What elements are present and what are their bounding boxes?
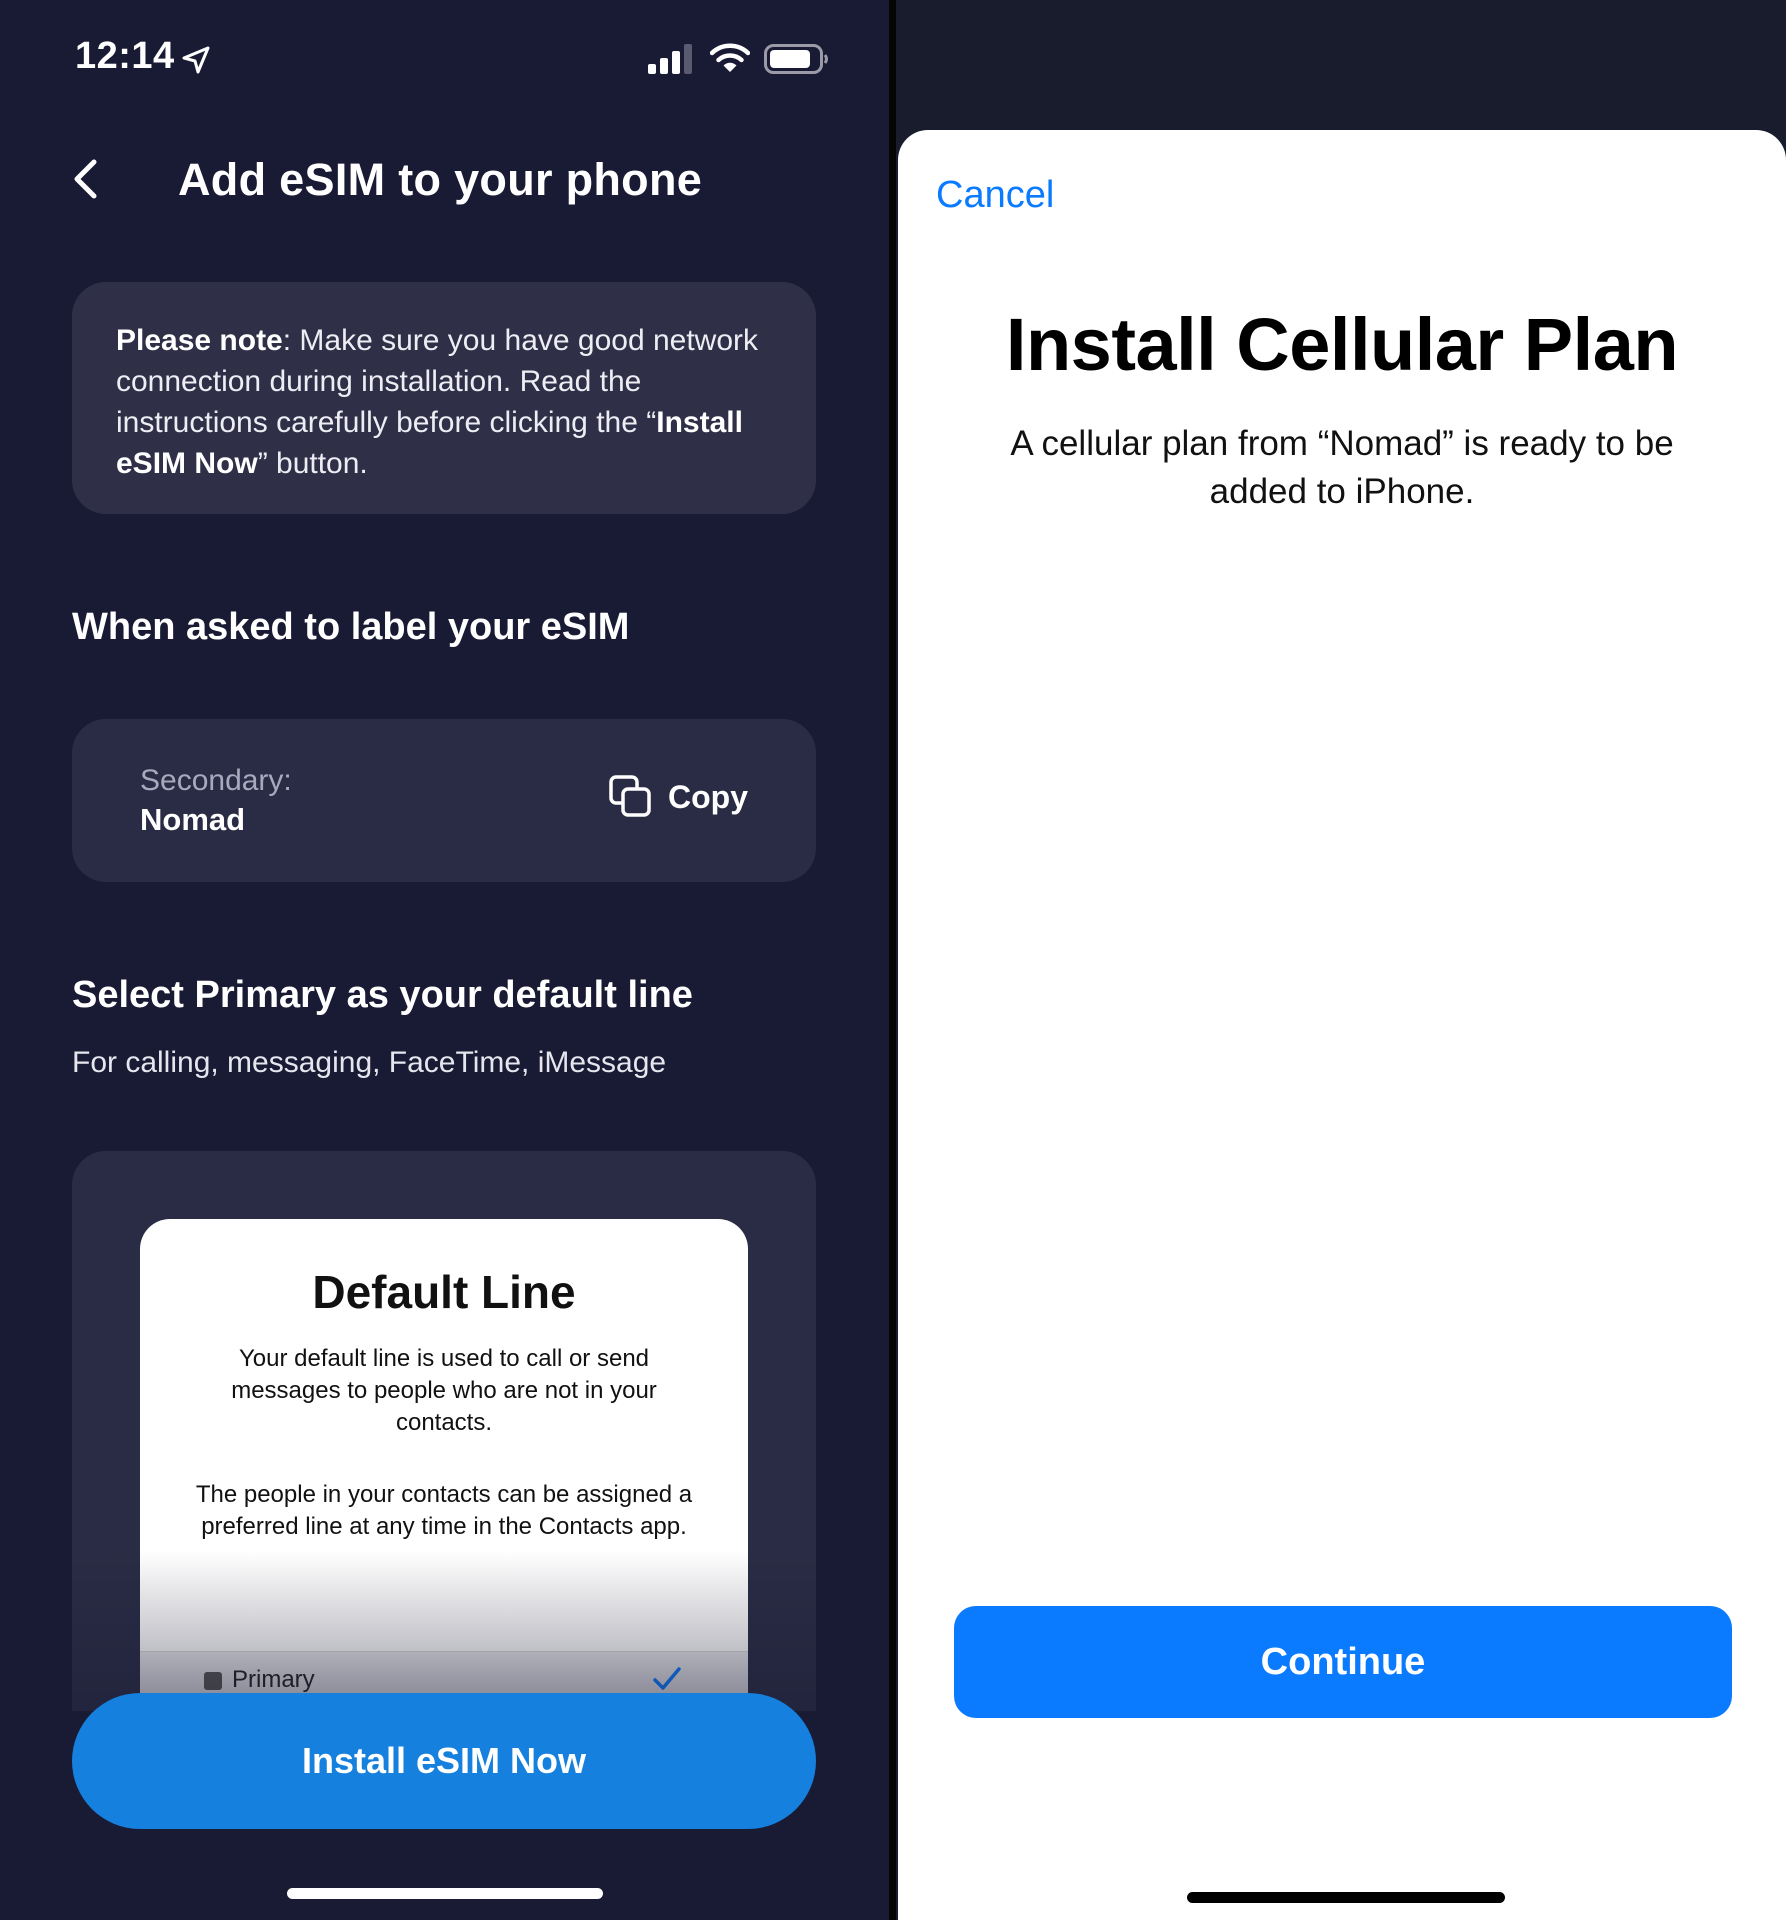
copy-button[interactable]: Copy — [608, 774, 748, 820]
install-cellular-plan-sheet: Cancel Install Cellular Plan A cellular … — [898, 130, 1786, 1920]
preview-primary-label: Primary — [232, 1666, 315, 1693]
preview-paragraph-2: The people in your contacts can be assig… — [195, 1481, 693, 1540]
home-indicator — [287, 1888, 603, 1899]
preview-paragraph-1: Your default line is used to call or sen… — [231, 1345, 657, 1436]
note-text-2: ” button. — [257, 447, 368, 480]
note-bold-lead: Please note — [116, 324, 283, 357]
copy-label: Copy — [668, 778, 748, 815]
cancel-button[interactable]: Cancel — [936, 174, 1054, 217]
sim-badge-icon — [204, 1672, 222, 1690]
checkmark-icon — [653, 1667, 681, 1690]
nomad-app-screen: 12:14 Add eSIM to your phone Please note… — [0, 0, 889, 1920]
ios-install-screen: Cancel Install Cellular Plan A cellular … — [896, 0, 1786, 1920]
screen-divider — [889, 0, 896, 1920]
page-title: Add eSIM to your phone — [178, 154, 703, 205]
default-line-preview-card: Default Line Your default line is used t… — [72, 1151, 816, 1711]
label-key: Secondary: — [140, 764, 292, 797]
default-line-preview-image: Default Line Your default line is used t… — [140, 1219, 748, 1711]
esim-label-card: Secondary: Nomad Copy — [72, 719, 816, 882]
back-chevron-icon[interactable] — [70, 158, 100, 200]
battery-icon — [764, 44, 828, 74]
status-time: 12:14 — [75, 35, 175, 77]
sheet-title: Install Cellular Plan — [1005, 303, 1679, 386]
continue-button[interactable]: Continue — [954, 1606, 1732, 1718]
wifi-icon — [710, 43, 750, 72]
label-section-title: When asked to label your eSIM — [72, 606, 630, 648]
default-line-section-title: Select Primary as your default line — [72, 974, 693, 1016]
home-indicator-right — [1187, 1892, 1505, 1903]
default-line-section-subtitle: For calling, messaging, FaceTime, iMessa… — [72, 1046, 667, 1079]
label-value: Nomad — [140, 802, 246, 837]
cellular-signal-icon — [648, 44, 692, 74]
sheet-description: A cellular plan from “Nomad” is ready to… — [1010, 424, 1674, 511]
please-note-card: Please note: Make sure you have good net… — [72, 282, 816, 514]
location-arrow-icon — [182, 46, 210, 74]
install-esim-now-button[interactable]: Install eSIM Now — [72, 1693, 816, 1829]
copy-icon — [609, 775, 651, 817]
preview-title: Default Line — [312, 1266, 576, 1318]
